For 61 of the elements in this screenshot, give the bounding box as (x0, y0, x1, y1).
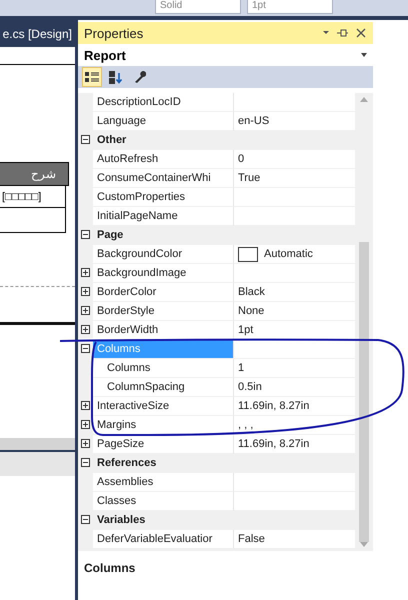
table-header: شرح (0, 162, 69, 186)
property-name[interactable]: BorderColor (93, 283, 234, 302)
property-name[interactable]: BackgroundColor (93, 245, 234, 264)
table-cell: [□□□□□] (0, 186, 66, 208)
expand-icon[interactable] (81, 286, 90, 296)
collapse-icon[interactable] (81, 344, 90, 352)
sort-az-icon (109, 70, 123, 84)
property-name[interactable]: BorderStyle (93, 302, 234, 321)
expand-icon[interactable] (81, 324, 90, 334)
dropdown-caret-icon[interactable] (361, 53, 367, 57)
toolbar-dropdown[interactable]: Solid (155, 0, 241, 14)
collapse-icon[interactable] (81, 134, 90, 144)
property-name[interactable]: Columns (93, 359, 234, 378)
property-name[interactable]: DeferVariableEvaluatior (93, 530, 234, 549)
property-value[interactable]: Black (234, 283, 355, 302)
property-value[interactable]: False (234, 530, 355, 549)
property-value[interactable]: 1 (234, 359, 355, 378)
property-value[interactable]: 11.69in, 8.27in (234, 397, 355, 416)
expand-icon[interactable] (81, 306, 90, 314)
property-name[interactable]: Margins (93, 416, 234, 435)
property-value[interactable]: 1pt (234, 321, 355, 340)
wrench-icon (134, 71, 146, 83)
description-title: Columns (83, 560, 136, 577)
property-name[interactable]: ColumnSpacing (93, 378, 234, 397)
property-value[interactable]: 0 (234, 150, 355, 169)
property-name[interactable]: Classes (93, 492, 234, 511)
color-swatch (238, 246, 258, 262)
table-cell (0, 208, 66, 233)
expand-icon[interactable] (81, 438, 90, 448)
document-tab[interactable]: e.cs [Design] (0, 20, 75, 47)
collapse-icon[interactable] (81, 514, 90, 524)
property-value[interactable]: 11.69in, 8.27in (234, 435, 355, 454)
expand-icon[interactable] (81, 268, 90, 276)
property-name[interactable]: AutoRefresh (93, 150, 234, 169)
property-value[interactable]: True (234, 169, 355, 188)
property-value[interactable]: 0.5in (234, 378, 355, 397)
property-name[interactable]: ConsumeContainerWhi (93, 169, 234, 188)
horizontal-scrollbar[interactable] (0, 438, 75, 450)
property-name[interactable]: DescriptionLocID (93, 93, 234, 112)
panel-controls-icon[interactable] (323, 28, 367, 38)
property-name[interactable]: BorderWidth (93, 321, 234, 340)
collapse-icon[interactable] (81, 230, 90, 238)
property-name[interactable]: Assemblies (93, 473, 234, 492)
property-value: Automatic (264, 248, 313, 260)
expand-icon[interactable] (81, 400, 90, 410)
property-value-cell[interactable]: Automatic (234, 245, 355, 264)
toolbar-dropdown[interactable]: 1pt (247, 0, 333, 14)
panel-title: Properties (84, 26, 144, 40)
property-name[interactable]: InteractiveSize (93, 397, 234, 416)
view-toggle[interactable] (82, 67, 102, 87)
property-name[interactable]: InitialPageName (93, 207, 234, 226)
expand-icon[interactable] (81, 420, 90, 428)
property-name[interactable]: PageSize (93, 435, 234, 454)
collapse-icon[interactable] (81, 458, 90, 466)
property-value[interactable]: None (234, 302, 355, 321)
property-name[interactable]: CustomProperties (93, 188, 234, 207)
categorized-list-icon (85, 71, 99, 83)
property-value[interactable]: en-US (234, 112, 355, 131)
property-name[interactable]: BackgroundImage (93, 264, 234, 283)
object-name: Report (84, 48, 126, 62)
property-name[interactable]: Language (93, 112, 234, 131)
